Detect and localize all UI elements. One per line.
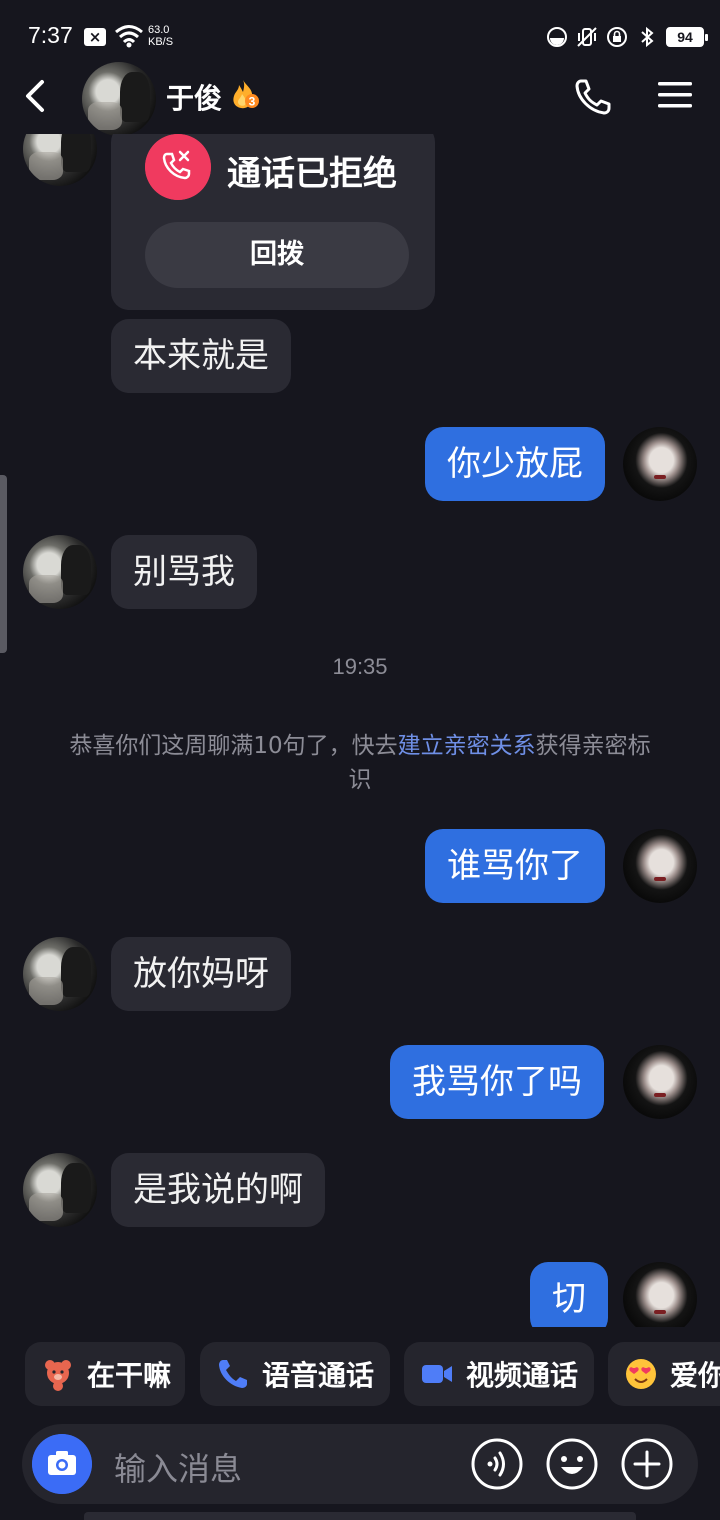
message-bubble[interactable]: 别骂我: [111, 535, 257, 609]
do-not-disturb-icon: [547, 27, 567, 47]
battery-indicator: 94: [666, 27, 708, 47]
scroll-indicator[interactable]: [0, 475, 7, 653]
quick-action-chip[interactable]: 在干嘛: [25, 1342, 185, 1406]
build-intimacy-link[interactable]: 建立亲密关系: [398, 733, 536, 759]
message-bubble[interactable]: 你少放屁: [425, 427, 605, 501]
emoji-icon[interactable]: [545, 1437, 599, 1491]
quick-action-label: 在干嘛: [87, 1359, 172, 1392]
status-bar: 7:37 × 63.0 KB/S 94: [0, 0, 720, 62]
contact-avatar[interactable]: [82, 62, 156, 136]
status-icons: 94: [546, 24, 708, 50]
quick-action-chip[interactable]: 爱你: [608, 1342, 720, 1406]
quick-action-chip[interactable]: 语音通话: [200, 1342, 390, 1406]
bottom-panel-edge: [84, 1512, 636, 1520]
message-bubble[interactable]: 是我说的啊: [111, 1153, 325, 1227]
quick-action-label: 爱你: [670, 1359, 720, 1392]
fire-streak-icon: 3: [233, 80, 259, 109]
wifi-icon: [115, 25, 143, 48]
streak-count: 3: [249, 95, 256, 109]
message-input[interactable]: 输入消息: [114, 1444, 242, 1490]
network-speed: 63.0 KB/S: [148, 24, 173, 48]
network-speed-value: 63.0: [148, 24, 170, 36]
chat-message-list[interactable]: 通话已拒绝 回拨 本来就是 你少放屁 别骂我 19:35 恭喜你们这周聊满10句…: [0, 134, 720, 1327]
message-bubble[interactable]: 本来就是: [111, 319, 291, 393]
bear-icon: [45, 1360, 71, 1391]
my-avatar[interactable]: [623, 1262, 697, 1327]
message-input-bar: 输入消息: [22, 1424, 698, 1504]
rotation-lock-icon: [607, 27, 627, 47]
declined-call-icon: [145, 134, 211, 200]
contact-avatar[interactable]: [23, 134, 97, 186]
message-bubble[interactable]: 我骂你了吗: [390, 1045, 604, 1119]
video-camera-icon: [422, 1365, 452, 1383]
message-bubble[interactable]: 放你妈呀: [111, 937, 291, 1011]
my-avatar[interactable]: [623, 829, 697, 903]
notification-x-icon: ×: [84, 28, 106, 46]
back-arrow-icon[interactable]: [18, 76, 54, 116]
heart-eyes-emoji-icon: [626, 1359, 656, 1389]
status-time: 7:37: [28, 22, 73, 48]
my-avatar[interactable]: [623, 427, 697, 501]
redial-button[interactable]: 回拨: [145, 222, 409, 288]
voice-icon[interactable]: [470, 1437, 524, 1491]
camera-button[interactable]: [32, 1434, 92, 1494]
contact-avatar[interactable]: [23, 535, 97, 609]
message-bubble[interactable]: 谁骂你了: [425, 829, 605, 903]
declined-call-card: 通话已拒绝 回拨: [111, 134, 435, 310]
battery-level: 94: [677, 29, 693, 45]
chat-header: 于俊 3: [0, 62, 720, 136]
voice-call-button[interactable]: [572, 76, 614, 118]
time-separator: 19:35: [332, 654, 388, 679]
contact-avatar[interactable]: [23, 937, 97, 1011]
system-note-text: 恭喜你们这周聊满10句了，快去: [69, 733, 398, 759]
bluetooth-icon: [641, 26, 654, 48]
plus-icon[interactable]: [620, 1437, 674, 1491]
vibrate-mute-icon: [577, 27, 597, 47]
message-bubble[interactable]: 切: [530, 1262, 608, 1327]
menu-icon[interactable]: [656, 78, 694, 112]
network-speed-unit: KB/S: [148, 36, 174, 48]
contact-avatar[interactable]: [23, 1153, 97, 1227]
quick-action-chip[interactable]: 视频通话: [404, 1342, 594, 1406]
contact-name[interactable]: 于俊: [166, 77, 222, 117]
my-avatar[interactable]: [623, 1045, 697, 1119]
phone-icon: [219, 1360, 247, 1388]
quick-action-label: 语音通话: [262, 1359, 375, 1392]
call-status-title: 通话已拒绝: [227, 154, 397, 194]
quick-action-label: 视频通话: [466, 1359, 579, 1392]
intimacy-system-note: 恭喜你们这周聊满10句了，快去建立亲密关系获得亲密标识: [60, 729, 660, 797]
quick-action-bar[interactable]: 在干嘛 语音通话 视频通话 爱你: [0, 1342, 720, 1406]
